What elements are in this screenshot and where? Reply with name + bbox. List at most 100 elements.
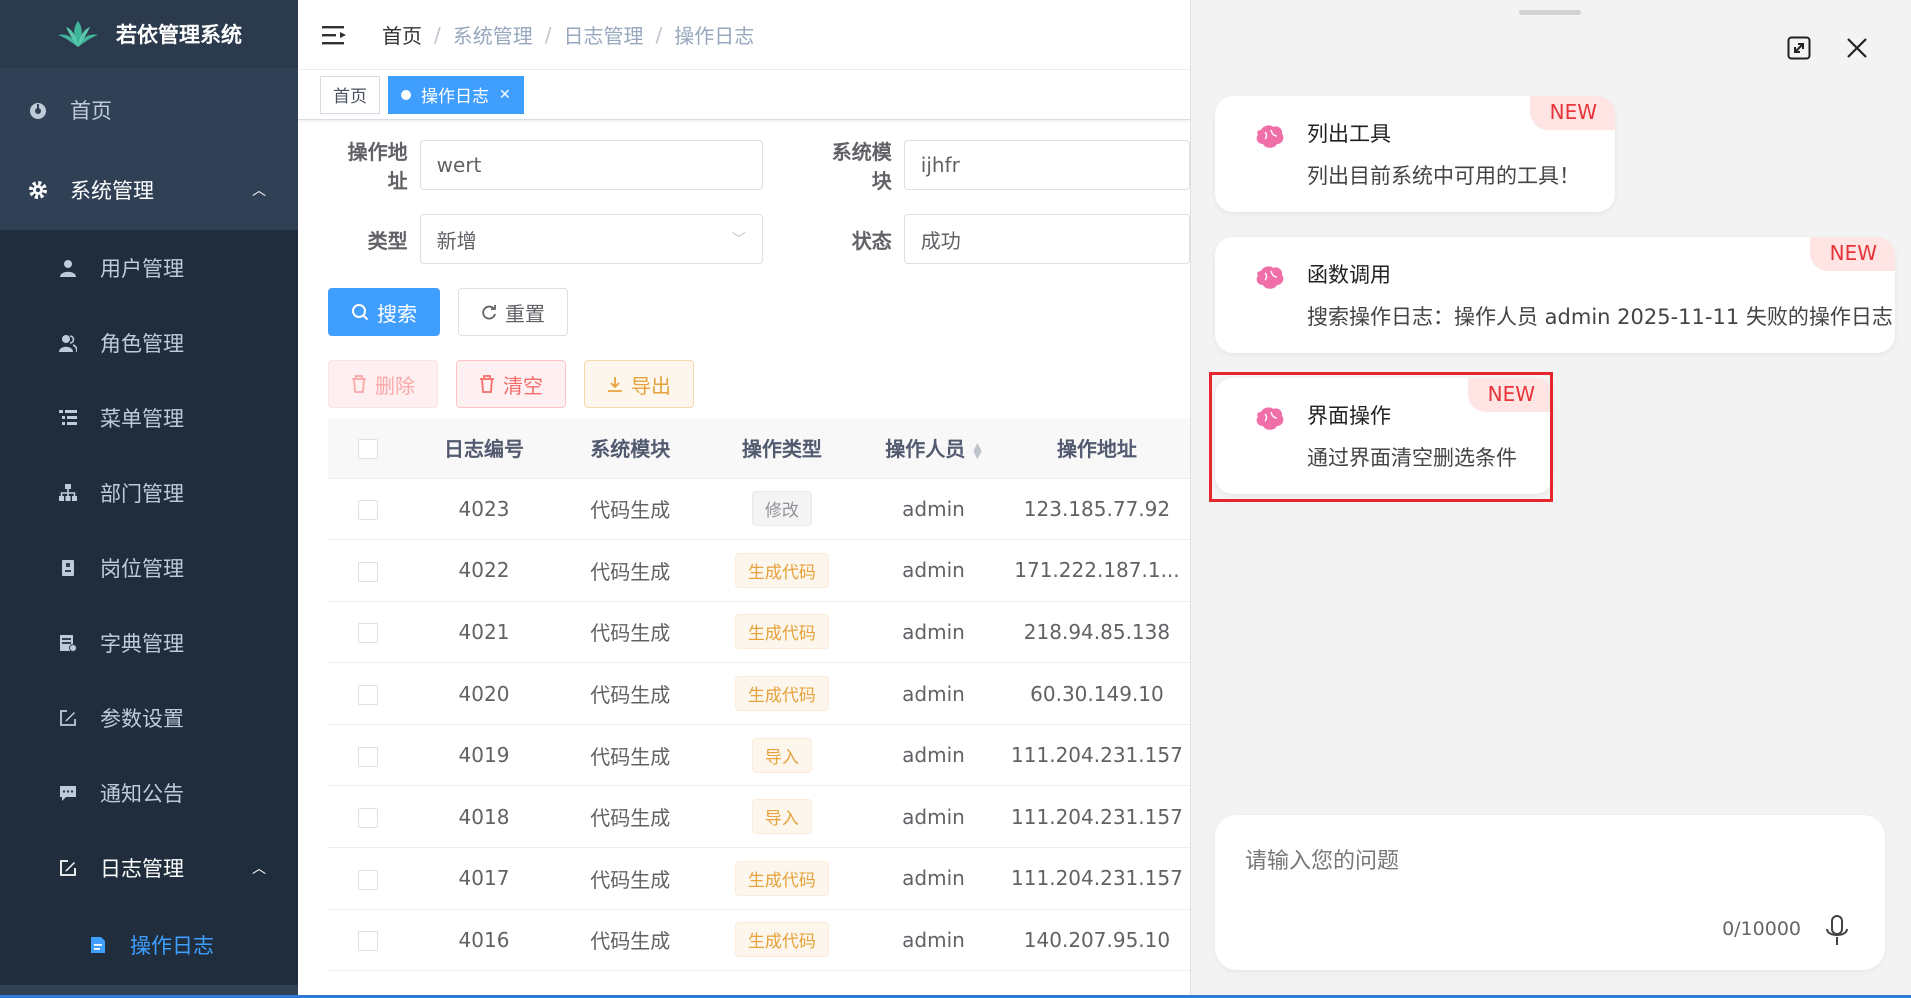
cell-id: 4022 (408, 539, 560, 602)
status-select[interactable]: 成功 (903, 214, 1190, 264)
new-badge: NEW (1529, 96, 1615, 130)
table-row[interactable]: 4017 代码生成 生成代码 admin 111.204.231.157 (328, 847, 1190, 910)
sidebar-item-menu[interactable]: 菜单管理 (0, 380, 298, 455)
status-label: 状态 (851, 228, 892, 253)
menu-log-label: 日志管理 (100, 856, 184, 881)
logo-text: 若依管理系统 (116, 23, 242, 47)
drag-handle[interactable] (1519, 10, 1581, 15)
delete-button[interactable]: 删除 (328, 360, 438, 408)
gear-icon (28, 180, 48, 200)
logo[interactable]: 若依管理系统 (0, 0, 298, 68)
select-all-checkbox[interactable] (358, 439, 379, 460)
sidebar-item-operlog[interactable]: 操作日志 (0, 905, 298, 985)
sidebar-item-role[interactable]: 角色管理 (0, 305, 298, 380)
sidebar-item-label: 字典管理 (100, 631, 184, 656)
delete-button-label: 删除 (375, 373, 415, 398)
table-row[interactable]: 4019 代码生成 导入 admin 111.204.231.157 (328, 724, 1190, 787)
table-row[interactable]: 4018 代码生成 导入 admin 111.204.231.157 (328, 785, 1190, 849)
oper-url-input[interactable]: wert (419, 140, 763, 190)
table-row[interactable]: 4022 代码生成 生成代码 admin 171.222.187.1... (328, 539, 1190, 602)
cell-module: 代码生成 (559, 662, 701, 725)
close-icon[interactable] (1843, 34, 1871, 62)
row-checkbox[interactable] (358, 808, 379, 829)
type-badge: 生成代码 (734, 922, 829, 958)
table-body: 4023 代码生成 修改 admin 123.185.77.92 4022 代码生成 生成代码… (328, 478, 1190, 972)
cell-user: admin (863, 847, 1004, 910)
sidebar-item-config[interactable]: 参数设置 (0, 680, 298, 755)
microphone-icon[interactable] (1823, 914, 1851, 948)
oper-log-table: 日志编号 系统模块 操作类型 操作人员 ▲ ▼ 操作地址 4023 代码生成 修改 adm… (328, 418, 1190, 972)
sidebar-item-post[interactable]: 岗位管理 (0, 530, 298, 605)
table-row[interactable]: 4020 代码生成 生成代码 admin 60.30.149.10 (328, 662, 1190, 725)
sidebar: 若依管理系统 首页 系统管理 ︿ 用户管理 角色管理 菜单管理 部门管理 岗位管… (0, 0, 298, 998)
menu-log[interactable]: 日志管理 ︿ (0, 830, 298, 905)
sidebar-item-label: 参数设置 (100, 706, 184, 731)
breadcrumb-system[interactable]: 系统管理 (453, 20, 533, 49)
row-checkbox[interactable] (358, 685, 379, 706)
row-checkbox[interactable] (358, 500, 379, 521)
breadcrumb-log[interactable]: 日志管理 (564, 20, 644, 49)
menu-home[interactable]: 首页 (0, 70, 298, 150)
sidebar-item-dict[interactable]: 字典管理 (0, 605, 298, 680)
header-user[interactable]: 操作人员 ▲ ▼ (863, 418, 1004, 479)
cell-module: 代码生成 (559, 909, 701, 972)
trash-icon (480, 375, 494, 393)
sidebar-item-notice[interactable]: 通知公告 (0, 755, 298, 830)
chevron-up-icon: ︿ (252, 183, 266, 199)
sidebar-item-label: 用户管理 (100, 256, 184, 281)
message-icon (58, 783, 78, 803)
cell-type: 修改 (700, 478, 864, 541)
sidebar-item-dept[interactable]: 部门管理 (0, 455, 298, 530)
cell-type: 导入 (700, 785, 864, 849)
brain-icon (1256, 266, 1284, 289)
menu-system[interactable]: 系统管理 ︿ (0, 150, 298, 230)
table-row[interactable]: 4023 代码生成 修改 admin 123.185.77.92 (328, 478, 1190, 541)
breadcrumb-home[interactable]: 首页 (382, 20, 422, 49)
row-checkbox[interactable] (358, 869, 379, 890)
table-row[interactable]: 4016 代码生成 生成代码 admin 140.207.95.10 (328, 909, 1190, 972)
menu-home-label: 首页 (70, 99, 112, 123)
suggestion-card-list-tools[interactable]: 列出工具 列出目前系统中可用的工具！ NEW (1215, 96, 1615, 212)
row-checkbox[interactable] (358, 561, 379, 582)
close-icon[interactable]: ✕ (499, 87, 511, 103)
download-icon (608, 377, 622, 392)
clear-button[interactable]: 清空 (456, 360, 566, 408)
breadcrumb-separator: / (434, 22, 441, 47)
type-badge: 生成代码 (734, 552, 829, 588)
tree-table-icon (58, 408, 78, 428)
suggestion-card-function-call[interactable]: 函数调用 搜索操作日志：操作人员 admin 2025-11-11 失败的操作日… (1215, 237, 1895, 353)
cell-user: admin (863, 785, 1004, 849)
module-input[interactable]: ijhfr (903, 140, 1190, 190)
table-row[interactable]: 4021 代码生成 生成代码 admin 218.94.85.138 (328, 601, 1190, 664)
export-button[interactable]: 导出 (584, 360, 694, 408)
tree-icon (58, 483, 78, 503)
chat-input[interactable]: 请输入您的问题 0/10000 (1215, 815, 1885, 970)
expand-icon[interactable] (1785, 34, 1813, 62)
tags-view: 首页 操作日志 ✕ (298, 70, 1190, 120)
header-id[interactable]: 日志编号 (408, 418, 560, 479)
type-select[interactable]: 新增 ﹀ (419, 214, 763, 264)
tag-home[interactable]: 首页 (320, 75, 380, 114)
cell-type: 生成代码 (700, 662, 864, 725)
cell-id: 4019 (408, 724, 560, 787)
cell-type: 生成代码 (700, 539, 864, 602)
row-checkbox[interactable] (358, 931, 379, 952)
cell-module: 代码生成 (559, 724, 701, 787)
active-dot-icon (401, 89, 411, 100)
sidebar-item-label: 部门管理 (100, 481, 184, 506)
reset-button[interactable]: 重置 (458, 288, 568, 336)
cell-ip: 111.204.231.157 (1003, 785, 1190, 849)
log-icon (58, 858, 78, 878)
search-button[interactable]: 搜索 (328, 288, 440, 336)
row-checkbox[interactable] (358, 746, 379, 767)
sidebar-item-user[interactable]: 用户管理 (0, 230, 298, 305)
sort-caret-icon[interactable]: ▲ ▼ (973, 441, 981, 460)
hamburger-icon[interactable] (322, 24, 348, 46)
cell-user: admin (863, 478, 1004, 541)
row-select-cell (328, 478, 409, 541)
search-icon (352, 304, 369, 321)
header-type: 操作类型 (700, 418, 864, 479)
tag-operlog[interactable]: 操作日志 ✕ (388, 75, 524, 114)
cell-id: 4018 (408, 785, 560, 849)
row-checkbox[interactable] (358, 623, 379, 644)
